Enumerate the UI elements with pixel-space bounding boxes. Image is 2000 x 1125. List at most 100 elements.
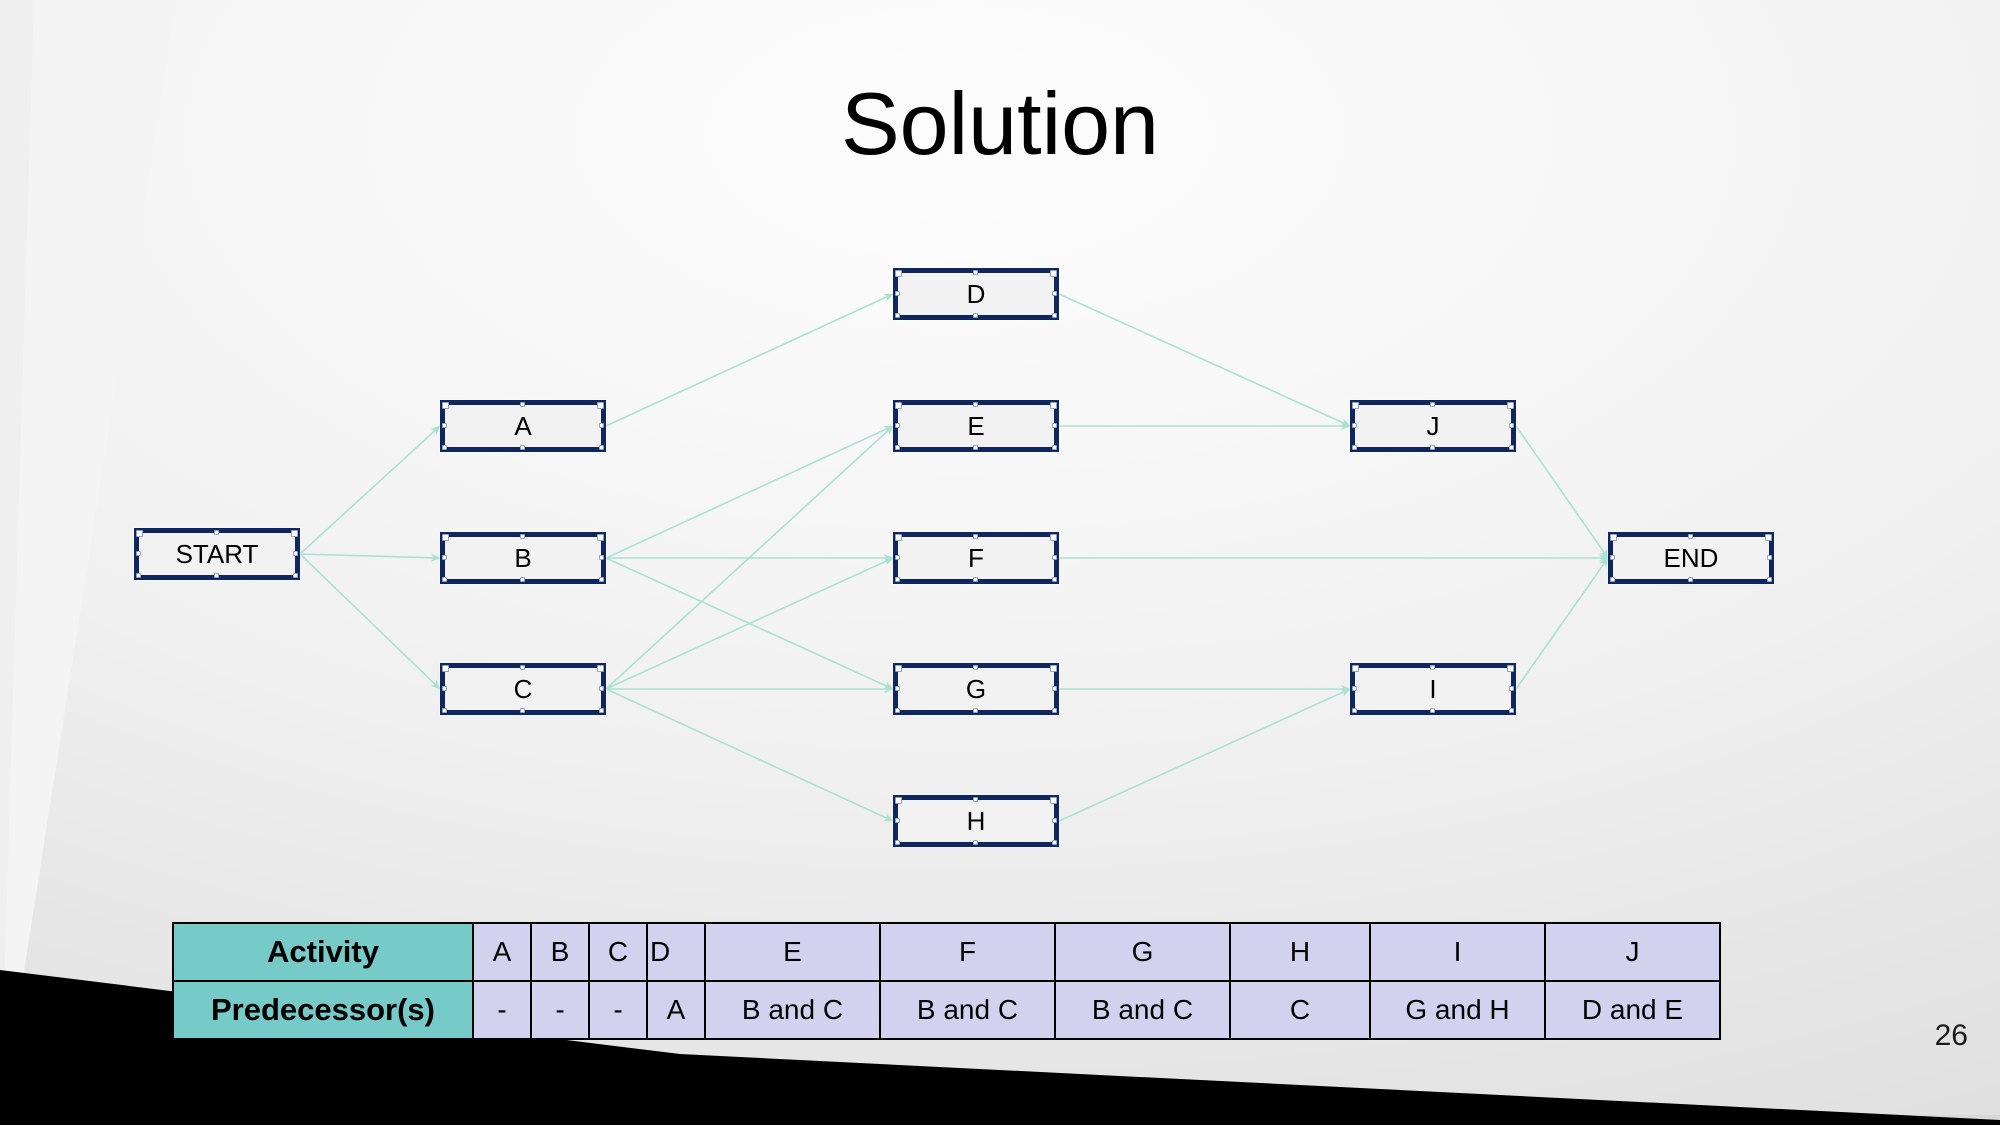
cell-activity-g: G (1054, 922, 1231, 982)
diagram-node-j[interactable]: J (1350, 400, 1516, 452)
diagram-node-g[interactable]: G (893, 663, 1059, 715)
selection-handle (895, 686, 900, 691)
table-row-activity: Activity A B C D E F G H I J (172, 922, 1721, 982)
selection-handle (599, 577, 604, 582)
diagram-node-label: J (1426, 411, 1440, 441)
cell-pred-g: B and C (1054, 980, 1231, 1040)
selection-handle (1688, 577, 1693, 582)
selection-handle (895, 840, 900, 845)
selection-handle (1052, 686, 1057, 691)
cell-pred-d: A (646, 980, 706, 1040)
selection-handle (442, 577, 447, 582)
cell-pred-j: D and E (1544, 980, 1721, 1040)
selection-handle (895, 818, 900, 823)
diagram-node-start[interactable]: START (134, 528, 300, 580)
diagram-edge-i-to-end (1515, 557, 1609, 690)
cell-activity-j: J (1544, 922, 1721, 982)
selection-handle (136, 573, 141, 578)
diagram-edge-d-to-j (1058, 293, 1351, 427)
cell-pred-c: - (588, 980, 648, 1040)
selection-handle (973, 708, 978, 713)
selection-handle (1052, 840, 1057, 845)
cell-pred-i: G and H (1369, 980, 1546, 1040)
selection-handle (293, 573, 298, 578)
diagram-node-label: A (514, 411, 532, 441)
selection-handle (1052, 423, 1057, 428)
selection-handle (1509, 708, 1514, 713)
selection-handle (973, 402, 978, 407)
selection-handle (973, 797, 978, 802)
page-number: 26 (1934, 1019, 1968, 1052)
selection-handle (520, 577, 525, 582)
row-header-predecessors: Predecessor(s) (172, 980, 474, 1040)
selection-handle (520, 402, 525, 407)
diagram-edge-start-to-a (299, 425, 441, 555)
diagram-node-c[interactable]: C (440, 663, 606, 715)
selection-handle (520, 708, 525, 713)
selection-handle (214, 530, 219, 535)
diagram-node-label: I (1429, 674, 1437, 704)
selection-handle (1509, 423, 1514, 428)
selection-handle (895, 291, 900, 296)
cell-activity-e: E (704, 922, 881, 982)
selection-handle (973, 313, 978, 318)
selection-handle (1052, 313, 1057, 318)
selection-handle (1052, 291, 1057, 296)
cell-activity-h: H (1229, 922, 1371, 982)
selection-handle (1430, 402, 1435, 407)
selection-handle (1052, 555, 1057, 560)
selection-handle (214, 573, 219, 578)
diagram-edge-c-to-h (605, 688, 894, 822)
selection-handle (1052, 708, 1057, 713)
slide-canvas: Solution START A B C D E F G H J I END Activity A B… (0, 0, 2000, 1125)
selection-handle (599, 445, 604, 450)
selection-handle (520, 534, 525, 539)
selection-handle (136, 551, 141, 556)
selection-handle (1052, 818, 1057, 823)
cell-activity-i: I (1369, 922, 1546, 982)
selection-handle (1767, 555, 1772, 560)
selection-handle (1688, 534, 1693, 539)
diagram-edge-b-to-e (605, 425, 894, 559)
cell-activity-d: D (646, 922, 706, 982)
selection-handle (442, 686, 447, 691)
selection-handle (599, 708, 604, 713)
cell-pred-a: - (472, 980, 532, 1040)
selection-handle (895, 708, 900, 713)
selection-handle (599, 686, 604, 691)
diagram-node-i[interactable]: I (1350, 663, 1516, 715)
selection-handle (973, 665, 978, 670)
selection-handle (973, 445, 978, 450)
selection-handle (520, 665, 525, 670)
diagram-node-end[interactable]: END (1608, 532, 1774, 584)
selection-handle (973, 534, 978, 539)
cell-pred-e: B and C (704, 980, 881, 1040)
selection-handle (1352, 686, 1357, 691)
page-title: Solution (840, 74, 1159, 173)
selection-handle (1352, 445, 1357, 450)
diagram-node-label: F (968, 543, 984, 573)
diagram-node-e[interactable]: E (893, 400, 1059, 452)
cell-activity-f: F (879, 922, 1056, 982)
diagram-node-h[interactable]: H (893, 795, 1059, 847)
selection-handle (442, 423, 447, 428)
selection-handle (1509, 686, 1514, 691)
selection-handle (973, 840, 978, 845)
diagram-node-f[interactable]: F (893, 532, 1059, 584)
diagram-node-label: C (513, 674, 533, 704)
diagram-node-d[interactable]: D (893, 268, 1059, 320)
diagram-node-a[interactable]: A (440, 400, 606, 452)
cell-pred-b: - (530, 980, 590, 1040)
selection-handle (520, 445, 525, 450)
diagram-node-label: B (514, 543, 532, 573)
selection-handle (1430, 708, 1435, 713)
diagram-node-b[interactable]: B (440, 532, 606, 584)
activity-predecessor-table: Activity A B C D E F G H I J Predecessor… (172, 922, 1721, 1040)
diagram-node-label: H (966, 806, 986, 836)
diagram-edge-start-to-c (299, 553, 441, 690)
cell-activity-a: A (472, 922, 532, 982)
selection-handle (1352, 423, 1357, 428)
cell-pred-h: C (1229, 980, 1371, 1040)
diagram-node-label: G (965, 674, 987, 704)
diagram-edge-h-to-i (1058, 688, 1351, 822)
